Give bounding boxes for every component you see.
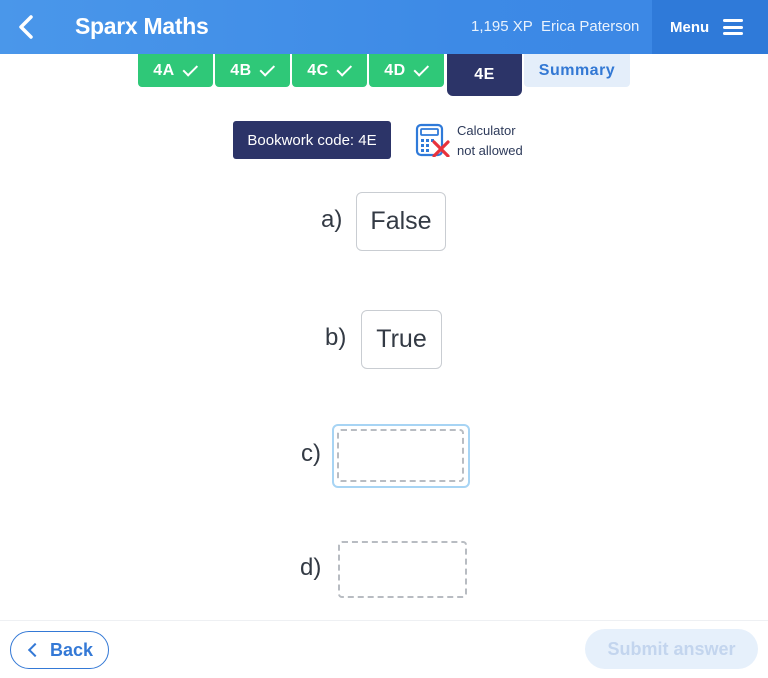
header-back-button[interactable] (0, 0, 52, 54)
check-icon (336, 60, 352, 77)
tab-4e[interactable]: 4E (447, 54, 522, 96)
tab-4c[interactable]: 4C (292, 54, 367, 87)
chevron-left-icon (27, 642, 43, 658)
question-label-d: d) (300, 554, 322, 581)
back-button[interactable]: Back (10, 631, 109, 669)
question-label-c: c) (301, 440, 321, 467)
user-name: Erica Paterson (541, 18, 640, 35)
answer-slot-c[interactable] (337, 429, 464, 482)
answer-slot-a[interactable]: False (356, 192, 446, 251)
question-label-b: b) (325, 324, 347, 351)
answer-slot-c-focus[interactable] (332, 424, 470, 488)
calculator-not-allowed-icon (415, 123, 450, 157)
tab-label: Summary (538, 61, 616, 79)
bookwork-code-badge: Bookwork code: 4E (233, 121, 391, 159)
tab-4a[interactable]: 4A (138, 54, 213, 87)
tab-4b[interactable]: 4B (215, 54, 290, 87)
top-bar: Sparx Maths 1,195 XP Erica Paterson Menu (0, 0, 768, 54)
question-label-a: a) (321, 206, 343, 233)
chevron-left-icon (19, 15, 33, 39)
hamburger-icon (723, 19, 744, 35)
tab-label: 4B (230, 61, 252, 79)
calculator-line1: Calculator (457, 123, 516, 138)
check-icon (259, 60, 275, 77)
answer-slot-d[interactable] (338, 541, 467, 598)
tab-4d[interactable]: 4D (369, 54, 444, 87)
app-title: Sparx Maths (75, 13, 209, 39)
menu-label: Menu (670, 18, 710, 36)
menu-button[interactable]: Menu (652, 0, 768, 54)
footer-divider (0, 620, 768, 621)
tab-label: 4A (153, 61, 175, 79)
xp-counter: 1,195 XP (471, 18, 533, 35)
calculator-line2: not allowed (457, 143, 523, 158)
tab-label: 4E (474, 66, 495, 83)
check-icon (182, 60, 198, 77)
check-icon (413, 60, 429, 77)
calculator-status: Calculator not allowed (457, 121, 523, 161)
tab-summary[interactable]: Summary (524, 54, 630, 87)
answer-slot-b[interactable]: True (361, 310, 442, 369)
submit-answer-button[interactable]: Submit answer (585, 629, 758, 669)
tab-label: 4D (384, 61, 406, 79)
back-label: Back (49, 639, 94, 660)
tab-label: 4C (307, 61, 329, 79)
